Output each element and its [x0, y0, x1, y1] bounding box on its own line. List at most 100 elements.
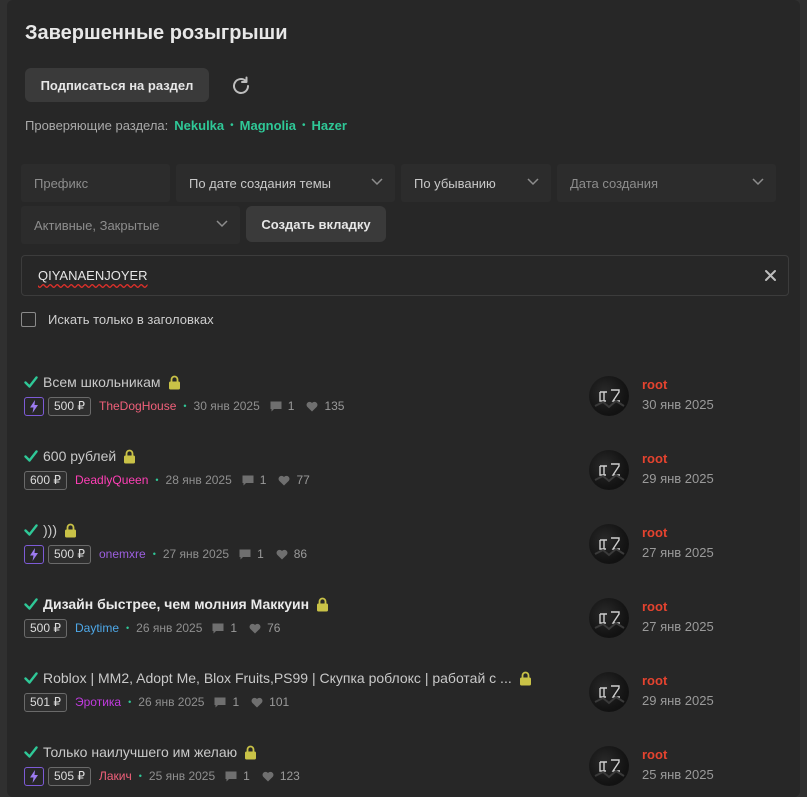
sort-by-select[interactable]: По дате создания темы [176, 164, 395, 202]
thread-date: 26 янв 2025 [138, 695, 205, 709]
moderator-link[interactable]: Magnolia [240, 118, 296, 133]
price-badge: 600 ₽ [24, 470, 67, 490]
moderator-link[interactable]: Hazer [312, 118, 347, 133]
comment-icon [242, 475, 254, 485]
titles-only-option[interactable]: Искать только в заголовках [21, 312, 214, 327]
author-link[interactable]: Эротика [75, 695, 121, 709]
last-poster-link[interactable]: root [642, 673, 667, 688]
lock-icon [65, 523, 76, 537]
comment-count: 1 [257, 547, 264, 561]
thread-item[interactable]: Roblox | MM2, Adopt Me, Blox Fruits,PS99… [7, 668, 800, 742]
thread-item[interactable]: Всем школьникам 500 ₽ TheDogHouse • 30 янв 2… [7, 372, 800, 446]
thread-date: 26 янв 2025 [136, 621, 203, 635]
check-icon [24, 450, 38, 462]
comment-icon [270, 401, 282, 411]
last-post-date: 29 янв 2025 [642, 471, 714, 486]
thread-title-link[interactable]: ))) [43, 522, 57, 538]
comment-count: 1 [230, 621, 238, 635]
lock-icon [519, 671, 531, 685]
price-badge: 500 ₽ [24, 618, 67, 638]
check-icon [24, 672, 38, 684]
author-link[interactable]: Лакич [99, 769, 132, 783]
like-count: 76 [267, 621, 281, 635]
last-poster-link[interactable]: root [642, 599, 667, 614]
author-link[interactable]: TheDogHouse [99, 399, 176, 413]
prefix-filter[interactable]: Префикс [21, 164, 170, 202]
close-icon[interactable] [764, 269, 777, 282]
thread-title-link[interactable]: Дизайн быстрее, чем молния Маккуин [43, 596, 309, 612]
like-count: 101 [269, 695, 290, 709]
author-link[interactable]: onemxre [99, 547, 146, 561]
avatar-image [594, 537, 625, 557]
author-link[interactable]: DeadlyQueen [75, 473, 148, 487]
thread-item[interactable]: 600 рублей 600 ₽ DeadlyQueen • 28 янв 2025 1 7… [7, 446, 800, 520]
separator-dot: • [152, 549, 156, 559]
comment-icon [225, 771, 237, 781]
avatar-image [594, 759, 625, 779]
state-select[interactable]: Активные, Закрытые [21, 206, 240, 244]
last-poster-link[interactable]: root [642, 525, 667, 540]
comment-icon [212, 623, 224, 633]
avatar-image [594, 463, 625, 483]
avatar-image [594, 389, 625, 409]
lightning-icon [30, 399, 38, 413]
last-poster-link[interactable]: root [642, 747, 667, 762]
titles-only-checkbox[interactable] [21, 312, 36, 327]
thread-item[interactable]: Дизайн быстрее, чем молния Маккуин 500 ₽ D… [7, 594, 800, 668]
avatar-image [594, 611, 625, 631]
avatar[interactable] [589, 746, 629, 786]
last-post-date: 30 янв 2025 [642, 397, 714, 412]
thread-meta: 500 ₽ TheDogHouse • 30 янв 2025 1 135 [24, 396, 356, 416]
avatar[interactable] [589, 672, 629, 712]
price-badge: 500 ₽ [48, 544, 91, 564]
lightning-icon [30, 769, 38, 783]
last-post-date: 29 янв 2025 [642, 693, 714, 708]
avatar[interactable] [589, 450, 629, 490]
prefix-filter-placeholder: Префикс [34, 175, 89, 191]
comment-icon [214, 697, 226, 707]
separator-dot: • [155, 475, 159, 485]
avatar[interactable] [589, 524, 629, 564]
last-poster-link[interactable]: root [642, 377, 667, 392]
avatar[interactable] [589, 376, 629, 416]
check-icon [24, 598, 38, 610]
page-title: Завершенные розыгрыши [25, 22, 288, 44]
like-count: 123 [279, 769, 300, 783]
heart-icon [262, 771, 274, 781]
heart-icon [278, 475, 290, 485]
subscribe-button[interactable]: Подписаться на раздел [25, 68, 209, 102]
search-input[interactable]: QIYANAENJOYER [21, 255, 789, 296]
author-link[interactable]: Daytime [75, 621, 119, 635]
thread-date: 27 янв 2025 [162, 547, 230, 561]
thread-title-link[interactable]: Roblox | MM2, Adopt Me, Blox Fruits,PS99… [43, 670, 512, 686]
thread-item[interactable]: ))) 500 ₽ onemxre • 27 янв 2025 1 86 root 27 янв… [7, 520, 800, 594]
sort-by-value: По дате создания темы [189, 175, 331, 191]
thread-meta: 505 ₽ Лакич • 25 янв 2025 1 123 [24, 766, 312, 786]
order-select[interactable]: По убыванию [401, 164, 551, 202]
moderator-link[interactable]: Nekulka [174, 118, 224, 133]
thread-date: 30 янв 2025 [193, 399, 260, 413]
chevron-down-icon [527, 178, 539, 186]
thread-title-link[interactable]: Всем школьникам [43, 374, 161, 390]
bolt-badge [24, 544, 44, 564]
lightning-icon [30, 547, 38, 561]
thread-title-link[interactable]: Только наилучшего им желаю [43, 744, 237, 760]
thread-item[interactable]: Только наилучшего им желаю 505 ₽ Лакич • 25 … [7, 742, 800, 797]
date-filter[interactable]: Дата создания [557, 164, 776, 202]
last-poster-link[interactable]: root [642, 451, 667, 466]
lock-icon [317, 597, 329, 611]
chevron-down-icon [371, 178, 383, 186]
avatar[interactable] [589, 598, 629, 638]
lock-icon [168, 375, 180, 389]
heart-icon [276, 549, 288, 559]
thread-date: 25 янв 2025 [148, 769, 216, 783]
separator-dot: • [183, 401, 187, 411]
thread-title-link[interactable]: 600 рублей [43, 448, 116, 464]
bolt-badge [24, 396, 44, 416]
thread-meta: 600 ₽ DeadlyQueen • 28 янв 2025 1 77 [24, 470, 322, 490]
chevron-down-icon [752, 178, 764, 186]
create-tab-button[interactable]: Создать вкладку [246, 206, 386, 242]
price-badge: 500 ₽ [48, 396, 91, 416]
separator-dot: • [302, 120, 306, 131]
refresh-icon[interactable] [229, 74, 253, 98]
